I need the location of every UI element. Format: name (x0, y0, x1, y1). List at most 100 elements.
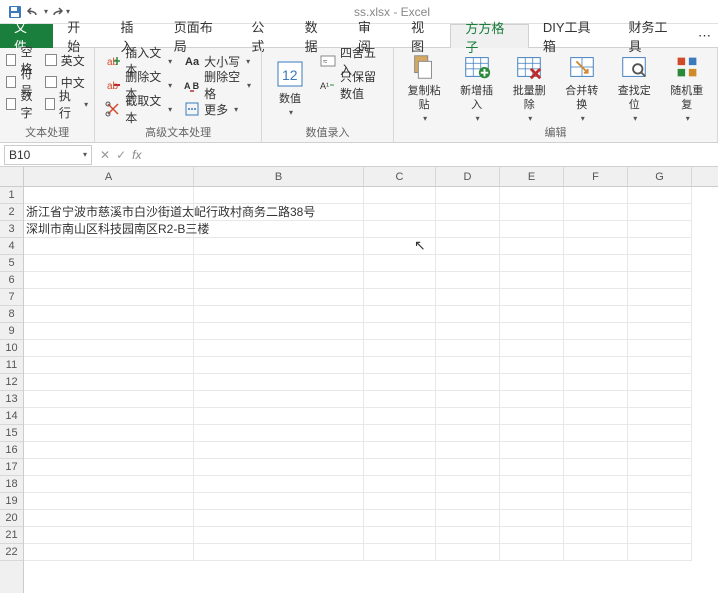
redo-icon[interactable]: ▾ (50, 3, 68, 21)
confirm-icon[interactable]: ✓ (116, 148, 126, 162)
cell[interactable] (564, 255, 628, 272)
cell[interactable] (500, 408, 564, 425)
cell[interactable] (564, 204, 628, 221)
cell[interactable] (24, 544, 194, 561)
cell[interactable] (564, 527, 628, 544)
cell[interactable] (628, 221, 692, 238)
cell[interactable] (564, 289, 628, 306)
cell[interactable] (24, 493, 194, 510)
cell[interactable] (628, 289, 692, 306)
cell[interactable] (500, 323, 564, 340)
tab-home[interactable]: 开始 (53, 24, 106, 48)
cell[interactable] (564, 272, 628, 289)
cell[interactable] (194, 544, 364, 561)
cell[interactable] (436, 425, 500, 442)
cell[interactable] (628, 306, 692, 323)
row-header[interactable]: 22 (0, 544, 23, 561)
cell[interactable] (364, 289, 436, 306)
cell[interactable] (500, 221, 564, 238)
cell[interactable] (24, 272, 194, 289)
cell[interactable]: 浙江省宁波市慈溪市白沙街道太屺行政村商务二路38号 (24, 204, 194, 221)
cell[interactable] (24, 255, 194, 272)
cell[interactable] (364, 187, 436, 204)
cell[interactable] (364, 425, 436, 442)
row-header[interactable]: 5 (0, 255, 23, 272)
row-header[interactable]: 2 (0, 204, 23, 221)
col-header-B[interactable]: B (194, 167, 364, 186)
cell[interactable] (194, 391, 364, 408)
cell[interactable] (564, 357, 628, 374)
cancel-icon[interactable]: ✕ (100, 148, 110, 162)
cell[interactable] (628, 408, 692, 425)
cell[interactable] (564, 476, 628, 493)
cell[interactable] (194, 493, 364, 510)
cell[interactable] (436, 272, 500, 289)
cell[interactable] (564, 544, 628, 561)
cell[interactable] (564, 306, 628, 323)
cell[interactable] (364, 391, 436, 408)
cell[interactable] (628, 391, 692, 408)
cell[interactable] (628, 459, 692, 476)
cell[interactable] (500, 289, 564, 306)
cell[interactable] (564, 374, 628, 391)
tab-diy[interactable]: DIY工具箱 (529, 24, 615, 48)
cell[interactable] (628, 493, 692, 510)
cell[interactable] (564, 238, 628, 255)
cell[interactable] (628, 425, 692, 442)
cell[interactable] (500, 357, 564, 374)
cell[interactable] (24, 374, 194, 391)
cell[interactable] (500, 493, 564, 510)
cell[interactable] (564, 323, 628, 340)
cell[interactable] (364, 323, 436, 340)
cell[interactable] (564, 425, 628, 442)
cell[interactable] (500, 374, 564, 391)
cell[interactable] (564, 408, 628, 425)
cell[interactable] (24, 476, 194, 493)
cell[interactable] (564, 493, 628, 510)
tab-formula[interactable]: 公式 (237, 24, 290, 48)
cell[interactable] (436, 238, 500, 255)
cell[interactable] (436, 204, 500, 221)
btn-keepnum[interactable]: A¹只保留数值 (316, 74, 387, 96)
cell[interactable] (436, 459, 500, 476)
cell[interactable] (500, 255, 564, 272)
cell[interactable]: 深圳市南山区科技园南区R2-B三楼 (24, 221, 194, 238)
row-header[interactable]: 12 (0, 374, 23, 391)
btn-copypaste[interactable]: 复制粘贴▾ (400, 50, 449, 128)
row-header[interactable]: 3 (0, 221, 23, 238)
row-header[interactable]: 7 (0, 289, 23, 306)
cell[interactable] (436, 323, 500, 340)
cell[interactable] (194, 187, 364, 204)
btn-batchdel[interactable]: 批量删除▾ (505, 50, 554, 128)
cell[interactable] (194, 408, 364, 425)
cell[interactable] (436, 442, 500, 459)
cell[interactable] (500, 238, 564, 255)
cell[interactable] (564, 510, 628, 527)
btn-newinsert[interactable]: 新增插入▾ (452, 50, 501, 128)
btn-findloc[interactable]: 查找定位▾ (610, 50, 659, 128)
btn-mergetrans[interactable]: 合并转换▾ (557, 50, 606, 128)
name-box[interactable]: B10▾ (4, 145, 92, 165)
cell[interactable] (500, 306, 564, 323)
cell[interactable] (24, 425, 194, 442)
cell[interactable] (364, 459, 436, 476)
cell[interactable] (628, 255, 692, 272)
cell[interactable] (24, 442, 194, 459)
cell[interactable] (24, 323, 194, 340)
btn-more[interactable]: 更多▾ (180, 98, 255, 120)
cell[interactable] (500, 476, 564, 493)
cell[interactable] (628, 238, 692, 255)
cell[interactable] (194, 204, 364, 221)
cell[interactable] (364, 476, 436, 493)
cell[interactable] (364, 493, 436, 510)
row-header[interactable]: 1 (0, 187, 23, 204)
cell[interactable] (436, 493, 500, 510)
cell[interactable] (24, 527, 194, 544)
cell[interactable] (364, 374, 436, 391)
cell[interactable] (628, 187, 692, 204)
cell[interactable] (194, 238, 364, 255)
cell[interactable] (364, 408, 436, 425)
cell[interactable] (194, 221, 364, 238)
cell[interactable] (436, 408, 500, 425)
cell[interactable] (500, 187, 564, 204)
